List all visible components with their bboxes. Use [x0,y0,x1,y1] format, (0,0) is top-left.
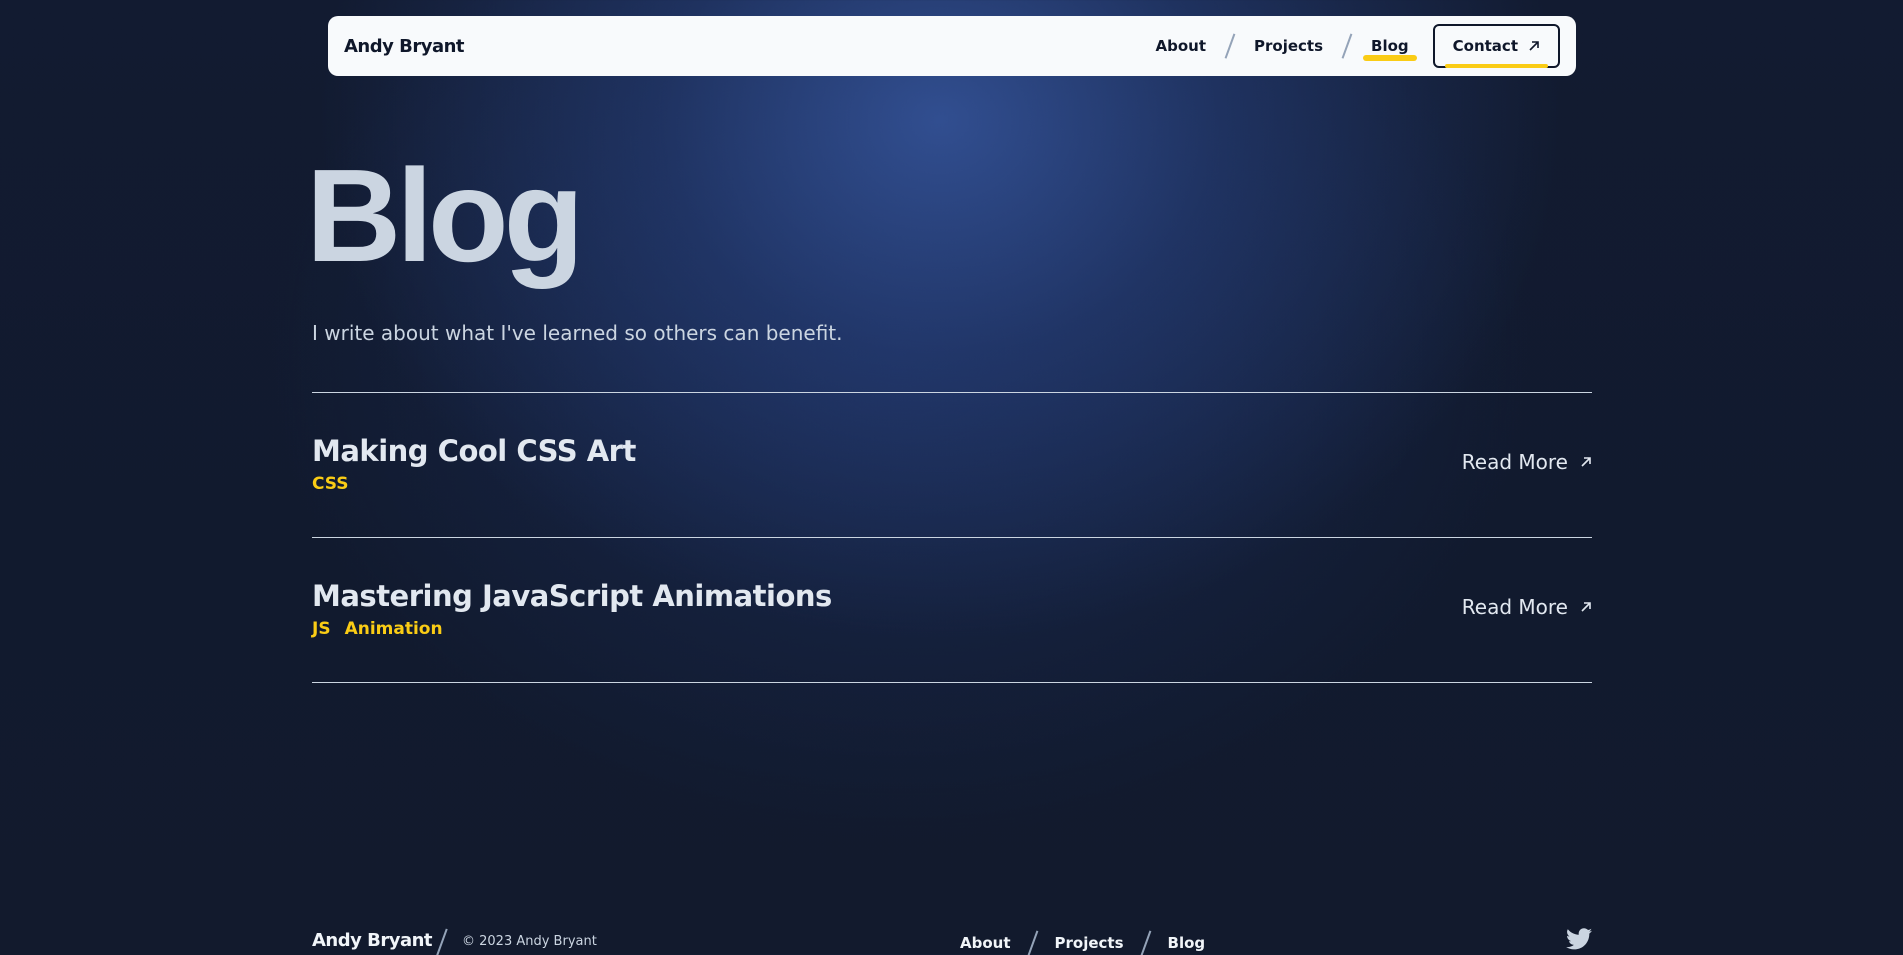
nav-divider [1337,33,1357,59]
nav-divider [1220,33,1240,59]
nav-link-blog[interactable]: Blog [1361,33,1419,61]
contact-button-label: Contact [1452,37,1518,55]
brand-logo[interactable]: Andy Bryant [344,36,465,57]
nav-link-projects[interactable]: Projects [1244,33,1333,59]
arrow-up-right-icon [1581,602,1591,612]
nav-link-about[interactable]: About [1145,33,1216,59]
page-subtitle: I write about what I've learned so other… [312,321,843,345]
footer-link-divider [1136,930,1156,955]
divider [312,537,1592,538]
post-tags: JS Animation [312,619,1592,639]
post-title[interactable]: Making Cool CSS Art [312,434,1592,468]
footer-link-divider [1023,930,1043,955]
footer-copyright: © 2023 Andy Bryant [462,934,597,949]
post-tag[interactable]: CSS [312,474,349,494]
footer-brand[interactable]: Andy Bryant [312,930,433,951]
arrow-up-right-icon [1581,457,1591,467]
footer-links: About Projects Blog [952,930,1213,955]
divider [312,682,1592,683]
nav-links: About Projects Blog Contact [1145,24,1560,68]
read-more-link[interactable]: Read More [1462,450,1592,474]
footer-divider [432,928,452,955]
divider [312,392,1592,393]
twitter-icon[interactable] [1566,928,1592,950]
arrow-up-right-icon [1529,41,1539,51]
read-more-label: Read More [1461,595,1568,619]
post-tags: CSS [312,474,1592,494]
post-tag[interactable]: JS [312,619,331,639]
read-more-label: Read More [1461,450,1568,474]
footer-link-projects[interactable]: Projects [1047,932,1132,954]
post-title[interactable]: Mastering JavaScript Animations [312,579,1592,613]
page-title: Blog [306,142,584,289]
read-more-link[interactable]: Read More [1462,595,1592,619]
footer-link-blog[interactable]: Blog [1160,932,1214,954]
footer-link-about[interactable]: About [952,932,1019,954]
contact-button[interactable]: Contact [1432,24,1560,68]
post-tag[interactable]: Animation [345,619,443,639]
post-item: Making Cool CSS Art CSS Read More [312,434,1592,494]
post-item: Mastering JavaScript Animations JS Anima… [312,579,1592,639]
top-nav: Andy Bryant About Projects Blog Contact [328,16,1576,76]
footer: Andy Bryant © 2023 Andy Bryant About Pro… [312,928,1592,955]
nav-link-blog-label: Blog [1371,37,1409,55]
